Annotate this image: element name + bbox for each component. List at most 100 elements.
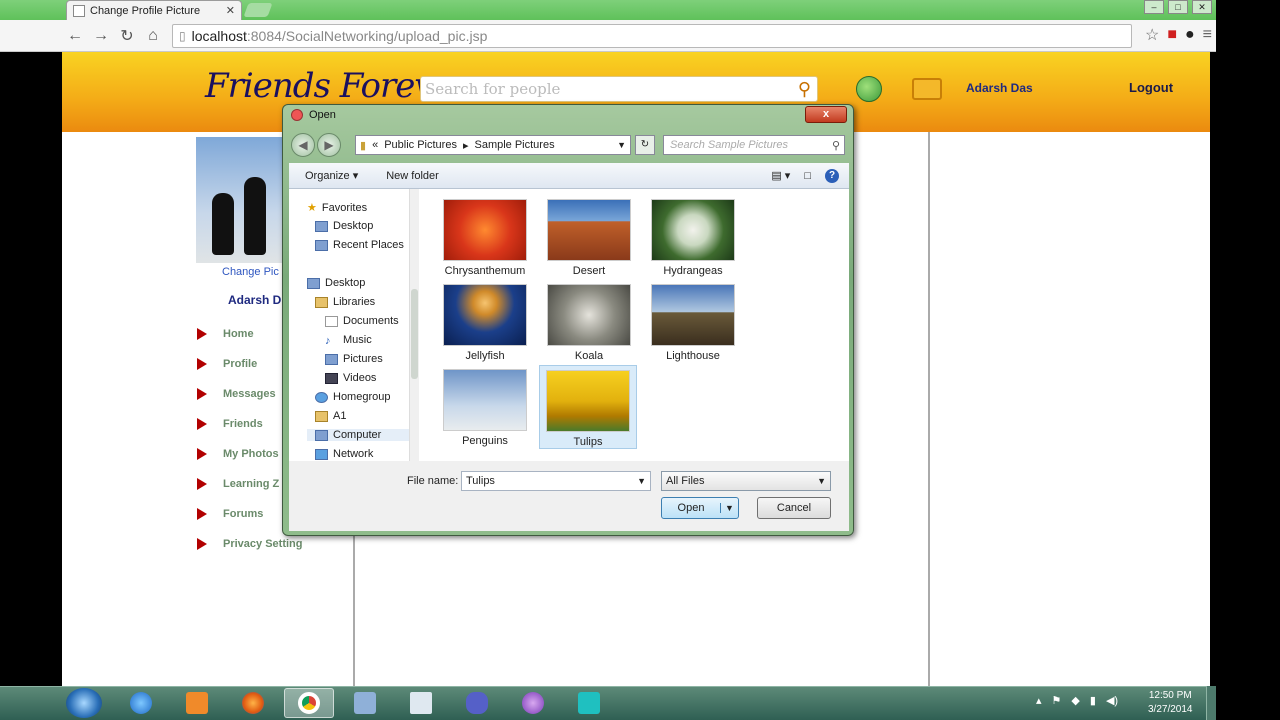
tree-label: Network [333, 448, 374, 460]
tree-item-documents[interactable]: Documents [325, 315, 399, 327]
nav-messages[interactable]: Messages [197, 388, 276, 400]
tree-item-desktop-fav[interactable]: Desktop [315, 220, 373, 232]
tray-expand-icon[interactable]: ▴ [1036, 694, 1042, 707]
nav-learning-zone[interactable]: Learning Z [197, 478, 279, 490]
nav-profile[interactable]: Profile [197, 358, 257, 370]
nav-privacy-setting[interactable]: Privacy Setting [197, 538, 302, 550]
change-picture-link[interactable]: Change Pic [222, 266, 279, 278]
chevron-down-icon[interactable]: ▼ [617, 140, 626, 150]
nav-my-photos[interactable]: My Photos [197, 448, 279, 460]
back-icon[interactable]: ◀ [291, 133, 315, 157]
file-tile-tulips[interactable]: Tulips [539, 365, 637, 449]
open-button[interactable]: Open ▼ [661, 497, 739, 519]
friends-icon[interactable] [856, 76, 882, 102]
menu-icon[interactable]: ≡ [1203, 26, 1212, 44]
chrome-icon [291, 109, 303, 121]
cancel-button[interactable]: Cancel [757, 497, 831, 519]
volume-icon[interactable]: ◀) [1106, 694, 1118, 707]
help-icon[interactable]: ? [825, 168, 839, 183]
dialog-close-button[interactable]: x [805, 106, 847, 123]
nav-forums[interactable]: Forums [197, 508, 263, 520]
address-bar[interactable]: ▯ localhost:8084/SocialNetworking/upload… [172, 24, 1132, 48]
arrow-right-icon [197, 508, 207, 520]
tree-item-network[interactable]: Network [315, 448, 373, 460]
chrome-icon [298, 692, 320, 714]
tree-item-computer[interactable]: Computer [307, 429, 411, 441]
taskbar-internet-explorer[interactable] [116, 688, 166, 718]
tab-close-icon[interactable]: ✕ [226, 4, 235, 17]
view-options-icon[interactable]: ▤ ▾ [771, 169, 790, 182]
extension-icon[interactable]: ■ [1167, 26, 1177, 44]
network-status-icon[interactable]: ▮ [1090, 694, 1096, 707]
arrow-right-icon [197, 418, 207, 430]
location-breadcrumb[interactable]: ▮ « Public Pictures ▸ Sample Pictures ▼ [355, 135, 631, 155]
file-type-select[interactable]: All Files ▼ [661, 471, 831, 491]
antivirus-icon[interactable]: ◆ [1071, 694, 1079, 707]
taskbar-network-app[interactable] [452, 688, 502, 718]
tree-item-homegroup[interactable]: Homegroup [315, 391, 390, 403]
breadcrumb-chevron-icon: « [372, 139, 379, 151]
tree-item-recent-places[interactable]: Recent Places [315, 239, 404, 251]
forward-icon[interactable]: ▶ [317, 133, 341, 157]
refresh-button[interactable]: ↻ [635, 135, 655, 155]
bookmark-star-icon[interactable]: ☆ [1145, 25, 1159, 45]
user-name-link[interactable]: Adarsh Das [966, 81, 1033, 95]
tree-item-music[interactable]: ♪ Music [325, 334, 372, 347]
breadcrumb-item[interactable]: Public Pictures [384, 139, 457, 151]
search-icon: ⚲ [831, 139, 840, 152]
messages-icon[interactable] [912, 78, 942, 100]
dialog-search-input[interactable]: Search Sample Pictures ⚲ [663, 135, 845, 155]
tree-item-desktop[interactable]: Desktop [307, 277, 365, 289]
tree-item-libraries[interactable]: Libraries [315, 296, 375, 308]
screen-border [1216, 0, 1280, 720]
people-search-input[interactable]: Search for people ⚲ [420, 76, 818, 102]
chevron-down-icon[interactable]: ▼ [637, 476, 646, 486]
forward-icon[interactable]: → [88, 23, 114, 49]
libraries-icon [315, 296, 328, 308]
file-tile-koala[interactable]: Koala [543, 284, 635, 362]
maximize-icon[interactable]: □ [1168, 0, 1188, 14]
system-tray: ▴ ⚑ ◆ ▮ ◀) [1036, 694, 1118, 707]
close-window-icon[interactable]: ✕ [1192, 0, 1212, 14]
tree-item-pictures[interactable]: Pictures [325, 353, 383, 365]
logout-link[interactable]: Logout [1129, 80, 1173, 95]
home-icon[interactable]: ⌂ [140, 23, 166, 49]
navigation-scrollbar[interactable] [409, 189, 419, 461]
system-clock[interactable]: 12:50 PM 3/27/2014 [1148, 689, 1193, 717]
file-name-input[interactable]: Tulips ▼ [461, 471, 651, 491]
file-tile-hydrangeas[interactable]: Hydrangeas [647, 199, 739, 277]
browser-tab[interactable]: Change Profile Picture ✕ [66, 0, 242, 20]
preview-pane-icon[interactable]: □ [804, 170, 811, 182]
taskbar-media-app[interactable] [508, 688, 558, 718]
taskbar-media-player[interactable] [172, 688, 222, 718]
tree-item-favorites[interactable]: ★ Favorites [307, 201, 367, 215]
tree-item-a1[interactable]: A1 [315, 410, 346, 422]
taskbar-chat-app[interactable] [564, 688, 614, 718]
file-tile-jellyfish[interactable]: Jellyfish [439, 284, 531, 362]
scrollbar-thumb[interactable] [411, 289, 418, 379]
extension-2-icon[interactable]: ● [1185, 26, 1195, 44]
flag-icon[interactable]: ⚑ [1052, 694, 1062, 707]
taskbar-virtualbox[interactable] [340, 688, 390, 718]
tree-item-videos[interactable]: Videos [325, 372, 376, 384]
file-tile-chrysanthemum[interactable]: Chrysanthemum [439, 199, 531, 277]
file-tile-lighthouse[interactable]: Lighthouse [647, 284, 739, 362]
taskbar-chrome[interactable] [284, 688, 334, 718]
breadcrumb-item[interactable]: Sample Pictures [474, 139, 554, 151]
show-desktop-button[interactable] [1206, 686, 1216, 720]
start-button[interactable] [66, 688, 102, 718]
back-icon[interactable]: ← [62, 23, 88, 49]
file-tile-penguins[interactable]: Penguins [439, 369, 531, 447]
file-tile-desert[interactable]: Desert [543, 199, 635, 277]
minimize-icon[interactable]: – [1144, 0, 1164, 14]
open-options-chevron-icon[interactable]: ▼ [720, 503, 738, 513]
reload-icon[interactable]: ↻ [114, 23, 140, 49]
nav-home[interactable]: Home [197, 328, 254, 340]
taskbar-firefox[interactable] [228, 688, 278, 718]
search-icon[interactable]: ⚲ [798, 79, 811, 100]
new-folder-button[interactable]: New folder [386, 170, 439, 182]
taskbar-video-app[interactable] [396, 688, 446, 718]
organize-menu[interactable]: Organize ▾ [305, 169, 358, 182]
internet-explorer-icon [130, 692, 152, 714]
nav-friends[interactable]: Friends [197, 418, 263, 430]
